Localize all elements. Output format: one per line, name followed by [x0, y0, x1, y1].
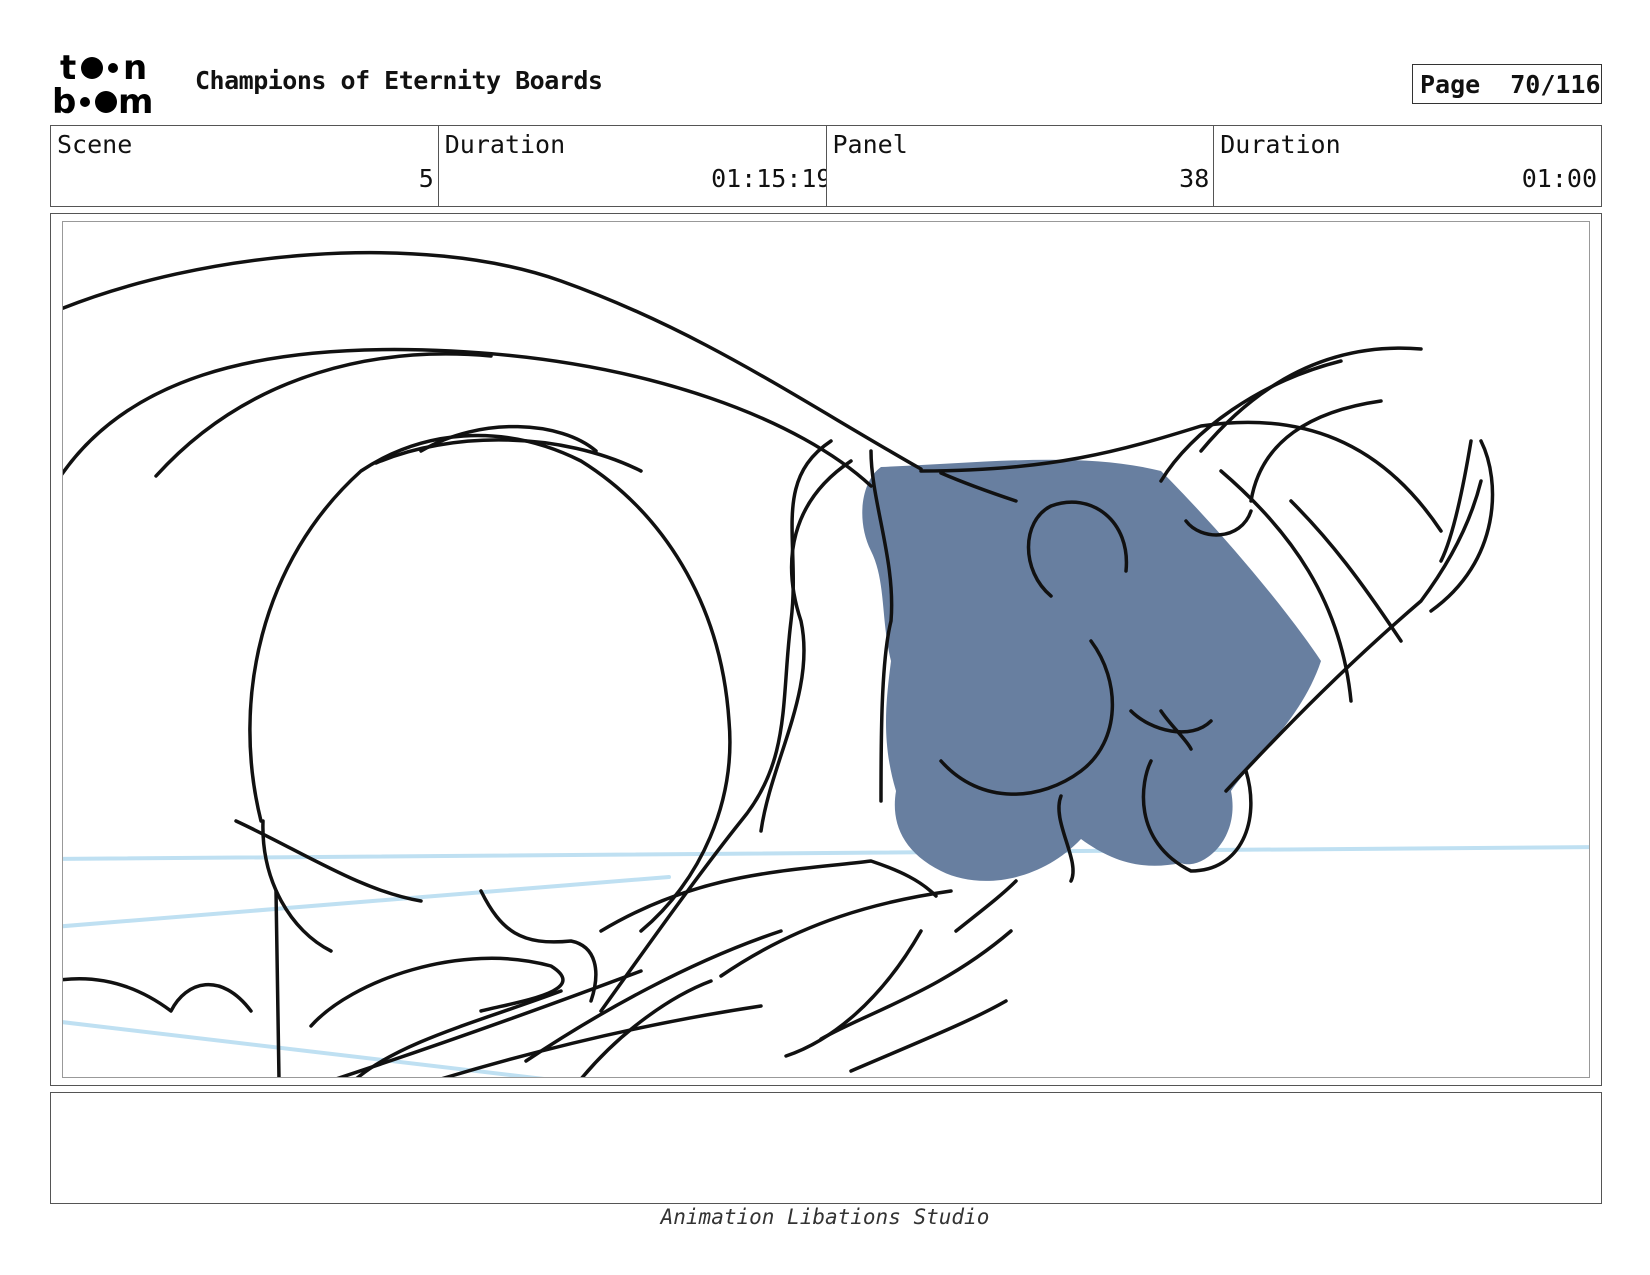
scene-duration-value: 01:15:19	[711, 164, 827, 193]
panel-label: Panel	[832, 130, 908, 159]
panel-duration-label: Duration	[1220, 130, 1341, 159]
studio-footer: Animation Libations Studio	[660, 1205, 990, 1229]
page-indicator: Page 70/116	[1412, 64, 1602, 104]
document-title: Champions of Eternity Boards	[195, 66, 603, 95]
scene-label: Scene	[57, 130, 133, 159]
panel-duration-value: 01:00	[1521, 164, 1597, 193]
storyboard-panel-image	[62, 221, 1590, 1078]
page-label: Page	[1420, 69, 1481, 99]
panel-value: 38	[1179, 164, 1210, 193]
scene-cell: Scene 5	[51, 126, 439, 206]
panel-cell: Panel 38	[827, 126, 1215, 206]
page-number: 70/116	[1510, 69, 1601, 99]
toon-boom-logo: t n b m	[52, 48, 172, 122]
scene-duration-cell: Duration 01:15:19	[439, 126, 827, 206]
panel-notes-box	[50, 1092, 1602, 1204]
scene-value: 5	[418, 164, 434, 193]
panel-duration-cell: Duration 01:00	[1214, 126, 1601, 206]
scene-info-table: Scene 5 Duration 01:15:19 Panel 38 Durat…	[50, 125, 1602, 207]
scene-duration-label: Duration	[444, 130, 566, 159]
svg-text:b: b	[52, 82, 76, 120]
svg-text:m: m	[118, 82, 153, 120]
